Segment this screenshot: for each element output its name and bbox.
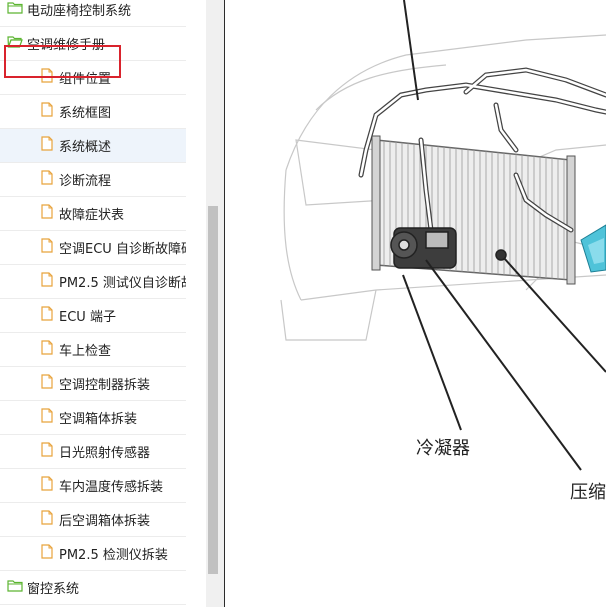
tree-page-15[interactable]: 后空调箱体拆装 (0, 503, 186, 537)
tree-page-5[interactable]: 诊断流程 (0, 163, 186, 197)
page-icon (41, 204, 59, 223)
tree-page-3[interactable]: 系统框图 (0, 95, 186, 129)
page-icon (41, 544, 59, 563)
tree-page-6[interactable]: 故障症状表 (0, 197, 186, 231)
tree-folder-0[interactable]: 电动座椅控制系统 (0, 0, 186, 27)
folder-icon (7, 579, 27, 596)
page-icon (41, 340, 59, 359)
tree-item-label: 系统概述 (59, 140, 112, 155)
tree-page-2[interactable]: 组件位置 (0, 61, 186, 95)
tree-page-4[interactable]: 系统概述 (0, 129, 186, 163)
tree-item-label: 电动座椅控制系统 (27, 4, 132, 19)
document-content: 冷凝器 压缩 (226, 0, 606, 607)
tree-item-label: 故障症状表 (59, 208, 125, 223)
tree-page-12[interactable]: 空调箱体拆装 (0, 401, 186, 435)
scrollbar-thumb[interactable] (208, 206, 218, 574)
tree-page-9[interactable]: ECU 端子 (0, 299, 186, 333)
page-icon (41, 306, 59, 325)
folder-icon (7, 1, 27, 18)
pane-splitter[interactable] (220, 0, 225, 607)
tree-page-8[interactable]: PM2.5 测试仪自诊断故障码 (0, 265, 186, 299)
page-icon (41, 102, 59, 121)
page-icon (41, 408, 59, 427)
tree-item-label: 车内温度传感拆装 (59, 480, 164, 495)
tree-item-label: 空调控制器拆装 (59, 378, 151, 393)
page-icon (41, 68, 59, 87)
page-icon (41, 238, 59, 257)
page-icon (41, 170, 59, 189)
page-icon (41, 136, 59, 155)
page-icon (41, 442, 59, 461)
tree-item-label: 空调ECU 自诊断故障码列 (59, 242, 186, 257)
tree-page-14[interactable]: 车内温度传感拆装 (0, 469, 186, 503)
tree-item-label: 车上检查 (59, 344, 112, 359)
folder-open-icon (7, 35, 27, 52)
navigation-tree: 电动座椅控制系统 空调维修手册组件位置系统框图系统概述诊断流程故障症状表空调ECU… (0, 0, 206, 607)
tree-folder-1[interactable]: 空调维修手册 (0, 27, 186, 61)
compressor-label: 压缩 (570, 482, 606, 503)
sidebar-scrollbar[interactable] (206, 0, 220, 607)
page-icon (41, 510, 59, 529)
tree-item-label: 空调箱体拆装 (59, 412, 138, 427)
tree-folder-17[interactable]: 窗控系统 (0, 571, 186, 605)
tree-page-11[interactable]: 空调控制器拆装 (0, 367, 186, 401)
ac-component-diagram (280, 0, 606, 471)
page-icon (41, 374, 59, 393)
tree-item-label: 日光照射传感器 (59, 446, 151, 461)
tree-item-label: 诊断流程 (59, 174, 112, 189)
tree-item-label: 窗控系统 (27, 582, 80, 597)
tree-item-label: 组件位置 (59, 72, 112, 87)
tree-item-label: 空调维修手册 (27, 38, 106, 53)
condenser-label: 冷凝器 (416, 438, 470, 459)
tree-item-label: PM2.5 检测仪拆装 (59, 548, 168, 563)
tree-item-label: 系统框图 (59, 106, 112, 121)
tree-item-label: PM2.5 测试仪自诊断故障码 (59, 276, 186, 291)
page-icon (41, 476, 59, 495)
tree-page-7[interactable]: 空调ECU 自诊断故障码列 (0, 231, 186, 265)
tree-page-13[interactable]: 日光照射传感器 (0, 435, 186, 469)
tree-page-16[interactable]: PM2.5 检测仪拆装 (0, 537, 186, 571)
tree-item-label: ECU 端子 (59, 310, 116, 325)
tree-page-10[interactable]: 车上检查 (0, 333, 186, 367)
tree-item-label: 后空调箱体拆装 (59, 514, 151, 529)
page-icon (41, 272, 59, 291)
